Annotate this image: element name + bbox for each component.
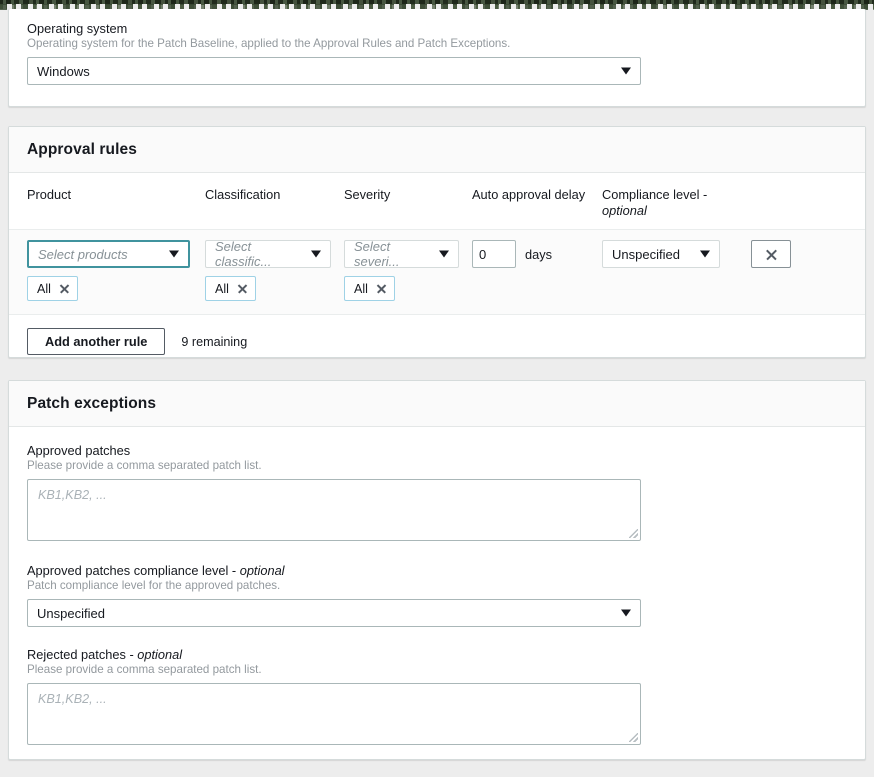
- approval-rules-card: Approval rules Product Classification Se…: [8, 126, 866, 358]
- rule-compliance-slot: Unspecified: [602, 240, 732, 268]
- add-another-rule-button[interactable]: Add another rule: [27, 328, 166, 355]
- product-token-all[interactable]: All: [27, 276, 78, 301]
- approved-compliance-label-optional: optional: [239, 563, 285, 578]
- rule-severity-slot: Select severi...: [344, 239, 472, 269]
- approved-patches-textarea[interactable]: [27, 479, 641, 541]
- approved-patches-textarea-wrap: [27, 479, 641, 541]
- chevron-down-icon: [621, 67, 631, 75]
- column-header-severity: Severity: [344, 187, 391, 202]
- column-header-compliance-level: Compliance level - optional: [602, 187, 732, 219]
- rejected-patches-label-text: Rejected patches -: [27, 647, 134, 662]
- operating-system-description: Operating system for the Patch Baseline,…: [27, 37, 511, 50]
- severity-token-label: All: [354, 281, 368, 296]
- severity-token-slot: All: [344, 276, 472, 301]
- rejected-patches-description: Please provide a comma separated patch l…: [27, 663, 262, 676]
- classification-token-label: All: [215, 281, 229, 296]
- operating-system-body: Operating system Operating system for th…: [9, 9, 865, 103]
- severity-token-all[interactable]: All: [344, 276, 395, 301]
- patch-exceptions-title: Patch exceptions: [27, 395, 157, 412]
- remove-token-icon[interactable]: [237, 283, 248, 294]
- approved-compliance-label-text: Approved patches compliance level -: [27, 563, 237, 578]
- approved-compliance-select[interactable]: Unspecified: [27, 599, 641, 627]
- rejected-patches-label: Rejected patches - optional: [27, 647, 847, 662]
- remove-rule-button[interactable]: [751, 240, 791, 268]
- compliance-level-select[interactable]: Unspecified: [602, 240, 720, 268]
- column-header-compliance-level-text: Compliance level -: [602, 187, 708, 202]
- column-header-product: Product: [27, 187, 72, 202]
- rule-classification-slot: Select classific...: [205, 239, 344, 269]
- operating-system-card: Operating system Operating system for th…: [8, 9, 866, 107]
- product-select-placeholder: Select products: [38, 246, 128, 262]
- rules-remaining-label: 9 remaining: [181, 334, 248, 349]
- rule-product-slot: Select products: [27, 240, 205, 268]
- auto-approval-delay-input[interactable]: [472, 240, 516, 268]
- rule-delay-slot: days: [472, 240, 602, 268]
- patch-exceptions-body: Approved patches Please provide a comma …: [9, 427, 865, 763]
- rejected-patches-textarea[interactable]: [27, 683, 641, 745]
- severity-select-placeholder: Select severi...: [354, 239, 400, 269]
- operating-system-selected-value: Windows: [37, 63, 90, 79]
- classification-token-slot: All: [205, 276, 344, 301]
- page-root: Operating system Operating system for th…: [0, 0, 874, 777]
- approval-rule-row: Select products Select classific... Sele…: [9, 230, 865, 315]
- operating-system-label: Operating system: [27, 21, 128, 36]
- approval-rule-tokens: All All All: [27, 276, 847, 301]
- chevron-down-icon: [621, 609, 631, 617]
- approved-compliance-description: Patch compliance level for the approved …: [27, 579, 281, 592]
- patch-exceptions-header: Patch exceptions: [9, 381, 865, 427]
- severity-select[interactable]: Select severi...: [344, 239, 459, 269]
- approved-compliance-selected-value: Unspecified: [37, 605, 105, 621]
- chevron-down-icon: [700, 250, 710, 258]
- chevron-down-icon: [169, 250, 179, 258]
- patch-exceptions-card: Patch exceptions Approved patches Please…: [8, 380, 866, 760]
- approved-patches-label: Approved patches: [27, 443, 131, 458]
- product-token-label: All: [37, 281, 51, 296]
- classification-select-placeholder: Select classific...: [215, 239, 272, 269]
- approval-rules-actions: Add another rule 9 remaining: [9, 315, 865, 369]
- approval-rules-header: Approval rules: [9, 127, 865, 173]
- column-header-compliance-level-optional: optional: [602, 203, 647, 218]
- classification-token-all[interactable]: All: [205, 276, 256, 301]
- operating-system-select[interactable]: Windows: [27, 57, 641, 85]
- approval-rule-inputs: Select products Select classific... Sele…: [27, 239, 847, 269]
- chevron-down-icon: [311, 250, 321, 258]
- approval-rules-column-headers: Product Classification Severity Auto app…: [9, 173, 865, 230]
- remove-token-icon[interactable]: [59, 283, 70, 294]
- product-token-slot: All: [27, 276, 205, 301]
- compliance-level-selected-value: Unspecified: [612, 246, 680, 262]
- remove-token-icon[interactable]: [376, 283, 387, 294]
- product-select[interactable]: Select products: [27, 240, 190, 268]
- rejected-patches-label-optional: optional: [137, 647, 183, 662]
- column-header-auto-approval-delay: Auto approval delay: [472, 187, 586, 202]
- auto-approval-delay-unit-label: days: [525, 246, 553, 262]
- rejected-patches-textarea-wrap: [27, 683, 641, 745]
- approved-compliance-label: Approved patches compliance level - opti…: [27, 563, 847, 578]
- close-icon: [765, 248, 778, 261]
- approval-rules-title: Approval rules: [27, 141, 137, 158]
- classification-select[interactable]: Select classific...: [205, 239, 331, 269]
- chevron-down-icon: [439, 250, 449, 258]
- approved-patches-description: Please provide a comma separated patch l…: [27, 459, 262, 472]
- column-header-classification: Classification: [205, 187, 281, 202]
